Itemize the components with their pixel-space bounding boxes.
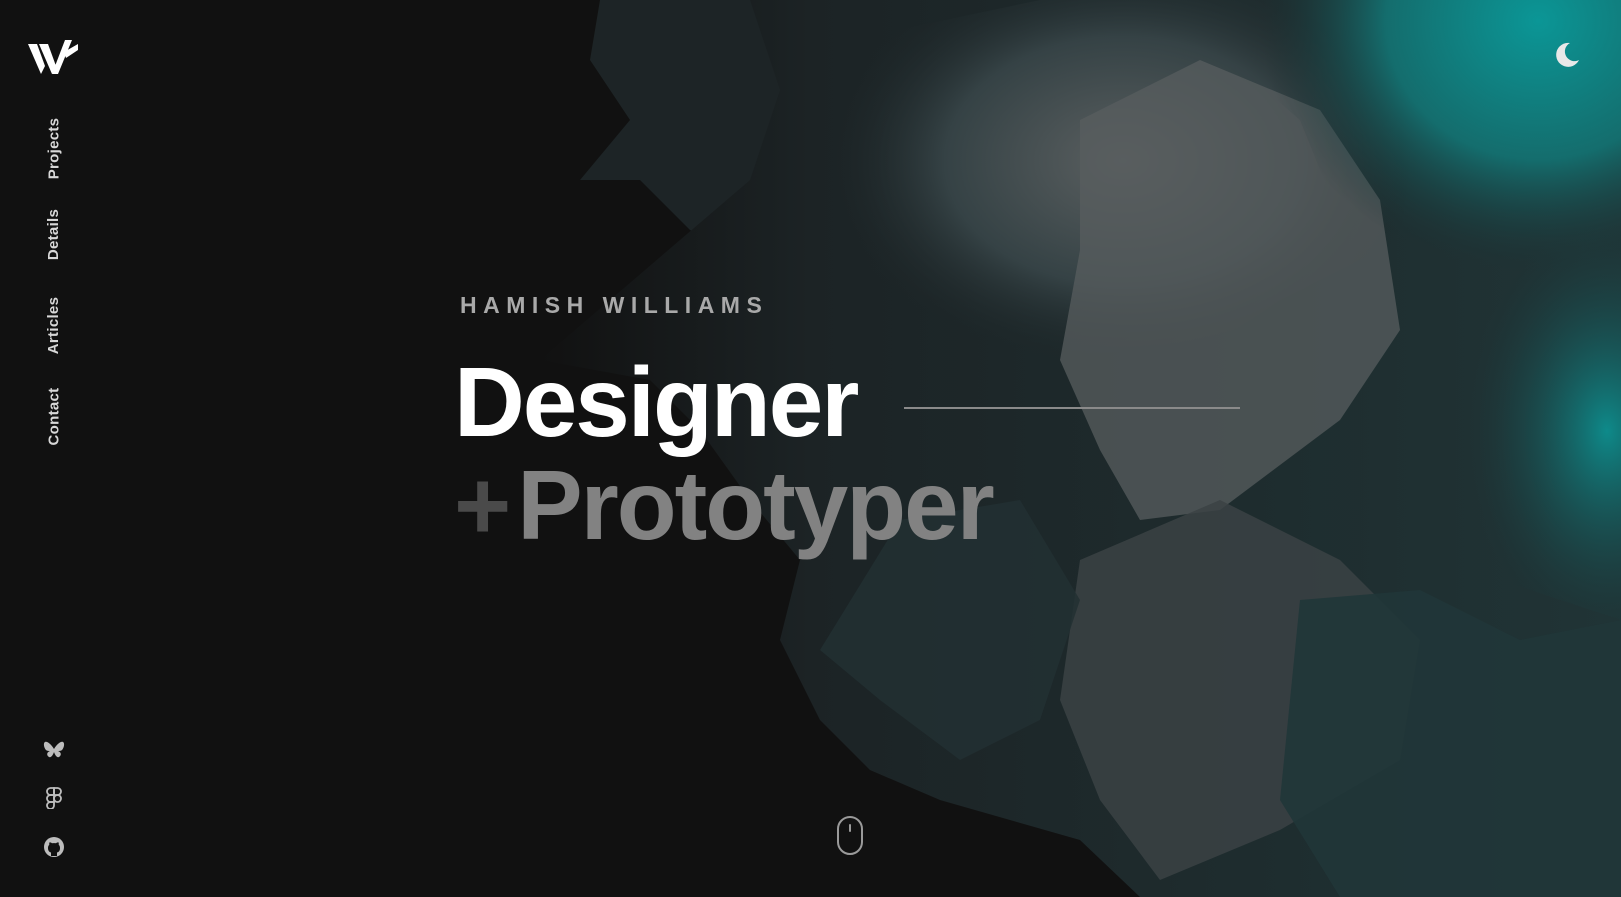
hero-title: Designer [454, 347, 859, 457]
hero-title-row: Designer [454, 347, 859, 457]
mouse-icon[interactable] [836, 816, 864, 856]
github-link[interactable] [40, 833, 68, 861]
bluesky-link[interactable] [40, 736, 68, 764]
figma-link[interactable] [40, 784, 68, 812]
hero-divider-line [904, 407, 1240, 409]
hero-subtitle: Prototyper [517, 450, 995, 560]
nav-item-contact[interactable]: Contact [38, 380, 70, 452]
page: Projects Details Articles Contact HAMISH… [0, 0, 1621, 897]
moon-icon[interactable] [1552, 40, 1582, 70]
hero-name: Hamish Williams [460, 292, 769, 318]
bluesky-icon [43, 741, 65, 758]
nav-item-details[interactable]: Details [38, 200, 70, 268]
w-logo-icon[interactable] [28, 40, 78, 74]
figma-icon [46, 787, 62, 809]
nav-item-label: Projects [45, 117, 63, 179]
nav-item-label: Articles [45, 296, 63, 354]
nav-item-articles[interactable]: Articles [38, 288, 70, 362]
github-icon [44, 837, 64, 857]
nav-item-label: Details [45, 208, 63, 260]
hero-subtitle-row: + Prototyper [454, 450, 995, 560]
plus-symbol: + [454, 450, 512, 560]
hero: Hamish Williams Designer + Prototyper [454, 290, 1260, 555]
nav-item-projects[interactable]: Projects [38, 108, 70, 188]
nav-item-label: Contact [45, 387, 63, 445]
